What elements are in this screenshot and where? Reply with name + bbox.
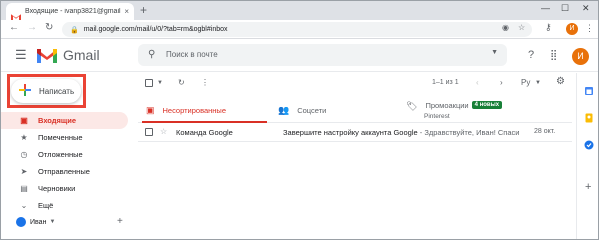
sidebar-item-starred[interactable]: ★ Помеченные <box>1 129 131 146</box>
email-sender: Команда Google <box>176 128 233 137</box>
sidebar-item-sent[interactable]: ➤ Отправленные <box>1 163 131 180</box>
mail-toolbar: ▼ ↻ ⋮ 1–1 из 1 ‹ › Ру ▼ ⚙ <box>138 75 572 93</box>
sidebar-item-label: Помеченные <box>38 133 83 142</box>
address-bar[interactable]: 🔒 mail.google.com/mail/u/0/?tab=rm&ogbl#… <box>62 22 532 37</box>
sidebar-item-label: Отправленные <box>38 167 90 176</box>
add-contact-button[interactable]: + <box>117 216 123 227</box>
more-actions-icon[interactable]: ⋮ <box>201 78 209 87</box>
user-name: Иван <box>30 218 47 226</box>
sidebar-item-more[interactable]: ⌄ Ещё <box>1 197 131 214</box>
side-panel: + <box>576 73 598 239</box>
chevron-down-icon: ⌄ <box>20 201 28 210</box>
gmail-header: ☰ Gmail ⚲ Поиск в почте ▼ ? ⣿ И <box>1 39 598 72</box>
people-icon: 👥 <box>278 104 290 115</box>
key-icon[interactable]: ⚷ <box>545 22 552 33</box>
search-icon[interactable]: ⚲ <box>148 49 155 60</box>
hangouts-user[interactable]: Иван ▼ <box>16 217 55 227</box>
send-icon: ➤ <box>20 167 28 176</box>
reload-icon[interactable]: ↻ <box>45 22 53 33</box>
star-toggle-icon[interactable]: ☆ <box>160 127 167 136</box>
settings-gear-icon[interactable]: ⚙ <box>556 76 565 87</box>
browser-window: Входящие - ivanp3821@gmail.c × + — ☐ ✕ ←… <box>0 0 599 240</box>
navigation-bar: ← → ↻ 🔒 mail.google.com/mail/u/0/?tab=rm… <box>1 20 598 39</box>
apps-icon[interactable]: ⣿ <box>550 50 557 61</box>
back-icon[interactable]: ← <box>9 22 19 33</box>
email-snippet: - Здравствуйте, Иван! Спаси <box>417 128 520 137</box>
profile-avatar[interactable]: И <box>566 23 578 35</box>
select-dropdown-icon[interactable]: ▼ <box>157 80 163 86</box>
maximize-button[interactable]: ☐ <box>561 3 569 14</box>
email-preview: Завершите настройку аккаунта Google - Зд… <box>283 128 523 137</box>
close-window-button[interactable]: ✕ <box>582 3 590 14</box>
help-icon[interactable]: ? <box>528 50 534 61</box>
sidebar-item-snoozed[interactable]: ◷ Отложенные <box>1 146 131 163</box>
search-options-icon[interactable]: ▼ <box>491 49 498 56</box>
search-input[interactable]: Поиск в почте <box>166 50 218 59</box>
sidebar-item-drafts[interactable]: ▤ Черновики <box>1 180 131 197</box>
add-addon-icon[interactable]: + <box>585 181 595 193</box>
url-text: mail.google.com/mail/u/0/?tab=rm&ogbl#in… <box>83 26 228 33</box>
tab-label: Соцсети <box>297 105 327 115</box>
email-date: 28 окт. <box>534 128 556 135</box>
browser-tab[interactable]: Входящие - ivanp3821@gmail.c × <box>6 3 134 21</box>
star-icon: ★ <box>20 133 28 142</box>
forward-icon[interactable]: → <box>27 22 37 33</box>
language-dropdown-icon[interactable]: ▼ <box>535 80 541 86</box>
search-bar[interactable]: ⚲ Поиск в почте ▼ <box>138 44 507 66</box>
sidebar-item-label: Отложенные <box>38 150 83 159</box>
tab-label: Промоакции <box>425 101 469 110</box>
browser-menu-icon[interactable]: ⋮ <box>585 23 594 34</box>
minimize-button[interactable]: — <box>541 3 550 13</box>
tab-social[interactable]: 👥 Соцсети <box>278 97 326 123</box>
new-count-badge: 4 новых <box>471 101 503 109</box>
tab-close-icon[interactable]: × <box>124 7 129 16</box>
compose-button[interactable]: Написать <box>11 79 81 103</box>
tab-label: Несортированные <box>162 105 226 115</box>
prev-page-icon[interactable]: ‹ <box>476 78 479 87</box>
main-menu-icon[interactable]: ☰ <box>15 48 27 61</box>
row-checkbox[interactable] <box>145 128 153 136</box>
sidebar-nav: ▣ Входящие ★ Помеченные ◷ Отложенные ➤ О… <box>1 112 131 214</box>
category-tabs: ▣ Несортированные 👥 Соцсети 🏷 Промоакции… <box>138 97 572 123</box>
calendar-icon[interactable] <box>584 83 594 95</box>
gmail-wordmark[interactable]: Gmail <box>63 47 100 63</box>
keep-icon[interactable] <box>584 110 594 123</box>
select-all-checkbox[interactable] <box>145 79 153 87</box>
user-avatar <box>16 217 26 227</box>
tag-icon: 🏷 <box>406 101 418 111</box>
caret-down-icon: ▼ <box>49 219 56 225</box>
sidebar-item-inbox[interactable]: ▣ Входящие <box>1 112 128 129</box>
inbox-icon: ▣ <box>20 116 28 125</box>
input-language-button[interactable]: Ру <box>521 78 530 87</box>
bookmark-star-icon[interactable]: ☆ <box>518 23 525 32</box>
tab-primary[interactable]: ▣ Несортированные <box>146 97 226 123</box>
email-row[interactable]: ☆ Команда Google Завершите настройку акк… <box>138 123 572 142</box>
inbox-icon: ▣ <box>146 104 155 115</box>
email-subject: Завершите настройку аккаунта Google <box>283 128 418 137</box>
eye-icon[interactable]: ◉ <box>502 23 509 32</box>
tab-promotions[interactable]: 🏷 Промоакции 4 новых Pinterest <box>406 97 503 123</box>
tab-strip: Входящие - ivanp3821@gmail.c × + — ☐ ✕ <box>1 1 598 21</box>
gmail-logo-icon[interactable] <box>37 48 57 63</box>
refresh-icon[interactable]: ↻ <box>178 78 185 87</box>
sidebar-item-label: Ещё <box>38 201 54 210</box>
pagination-range: 1–1 из 1 <box>432 79 459 86</box>
sidebar-item-label: Черновики <box>38 184 76 193</box>
new-tab-button[interactable]: + <box>140 3 147 17</box>
promo-sender-preview: Pinterest <box>424 113 450 120</box>
draft-icon: ▤ <box>20 184 28 193</box>
compose-label: Написать <box>39 86 75 96</box>
account-avatar[interactable]: И <box>572 48 589 65</box>
gmail-favicon-icon <box>11 8 21 21</box>
lock-icon: 🔒 <box>70 26 79 34</box>
clock-icon: ◷ <box>20 150 28 159</box>
sidebar-item-label: Входящие <box>38 116 77 125</box>
plus-icon <box>19 84 31 98</box>
tasks-icon[interactable] <box>584 137 594 150</box>
tab-title: Входящие - ivanp3821@gmail.c <box>25 8 121 15</box>
next-page-icon[interactable]: › <box>500 78 503 87</box>
